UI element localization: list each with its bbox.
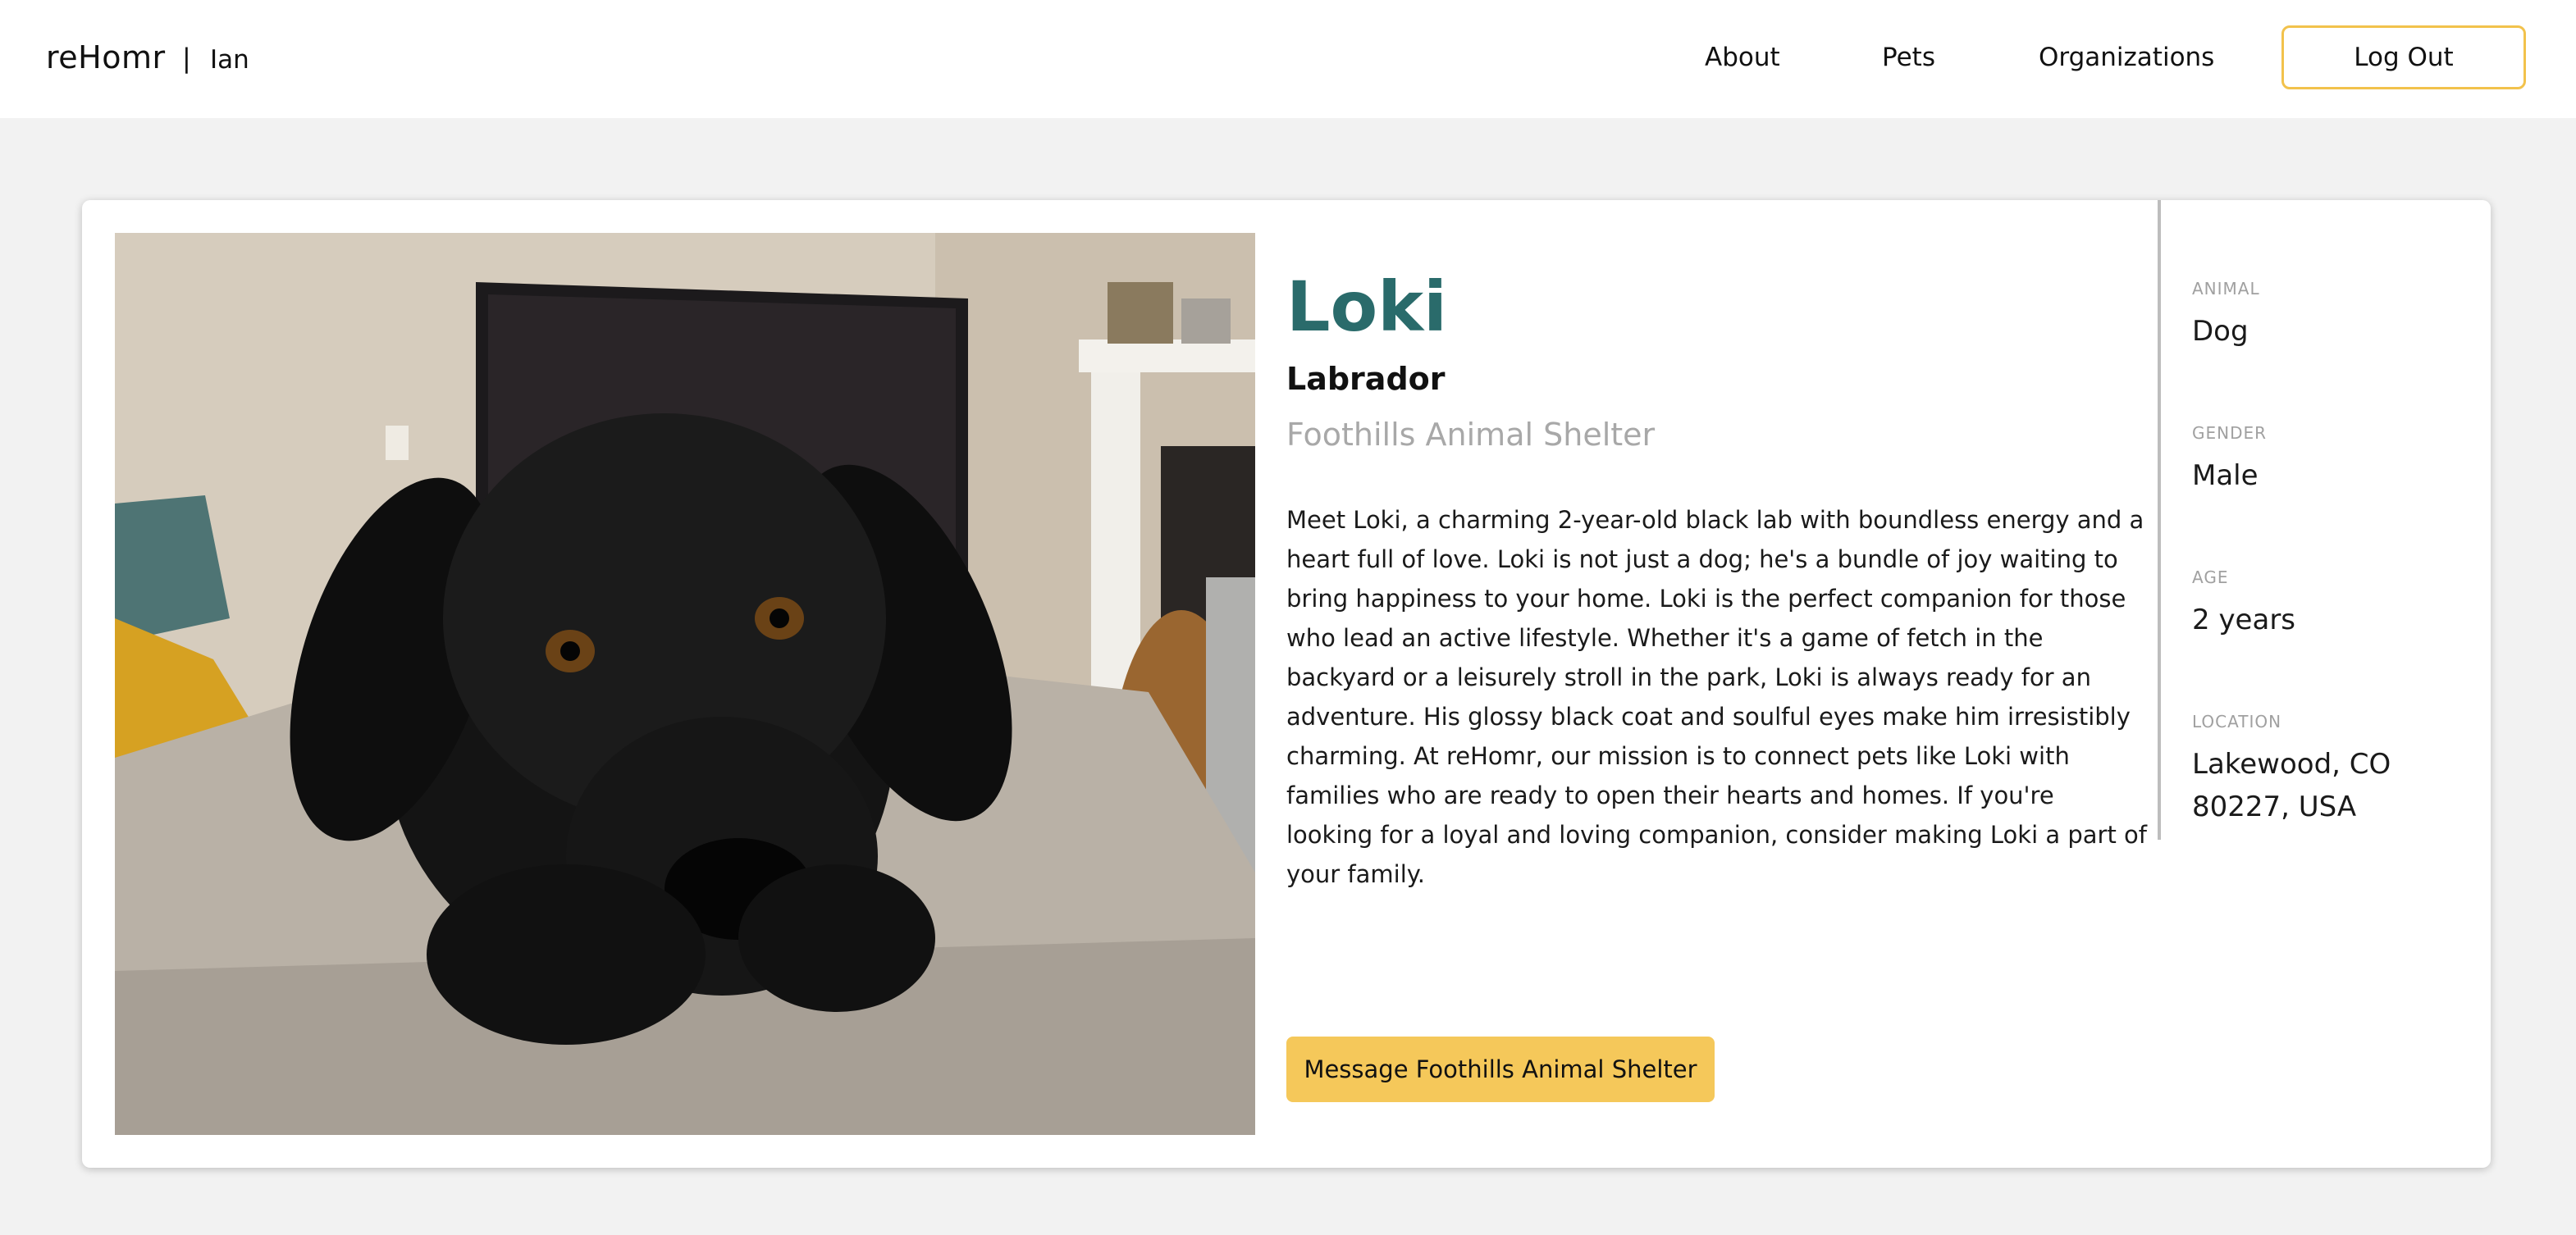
brand-separator: | — [182, 43, 191, 74]
pet-photo — [115, 233, 1255, 1135]
nav-link-organizations[interactable]: Organizations — [2039, 43, 2214, 72]
fact-label: LOCATION — [2192, 712, 2282, 731]
fact-animal: ANIMAL Dog — [2192, 279, 2260, 353]
pet-organization[interactable]: Foothills Animal Shelter — [1286, 417, 1655, 453]
message-organization-button[interactable]: Message Foothills Animal Shelter — [1286, 1037, 1715, 1102]
pet-detail-card: Loki Labrador Foothills Animal Shelter M… — [82, 200, 2491, 1168]
fact-value: 2 years — [2192, 604, 2296, 636]
pet-name: Loki — [1286, 267, 1447, 347]
nav-link-pets[interactable]: Pets — [1882, 43, 1935, 72]
brand-logo[interactable]: reHomr — [46, 39, 166, 75]
pet-description: Meet Loki, a charming 2-year-old black l… — [1286, 506, 2147, 888]
fact-label: GENDER — [2192, 423, 2268, 443]
facts-divider — [2158, 200, 2161, 840]
fact-value: Lakewood, CO 80227, USA — [2192, 748, 2391, 823]
fact-value: Dog — [2192, 315, 2249, 348]
fact-label: AGE — [2192, 567, 2229, 587]
top-nav-bar: reHomr | Ian About Pets Organizations Lo… — [0, 0, 2576, 118]
nav-link-about[interactable]: About — [1705, 43, 1780, 72]
fact-gender: GENDER Male — [2192, 423, 2267, 497]
logout-button[interactable]: Log Out — [2281, 25, 2526, 89]
fact-location: LOCATION Lakewood, CO 80227, USA — [2192, 712, 2438, 828]
pet-breed: Labrador — [1286, 361, 1446, 397]
fact-label: ANIMAL — [2192, 279, 2260, 298]
fact-age: AGE 2 years — [2192, 567, 2295, 641]
fact-value: Male — [2192, 459, 2259, 492]
current-user-name: Ian — [210, 45, 249, 75]
